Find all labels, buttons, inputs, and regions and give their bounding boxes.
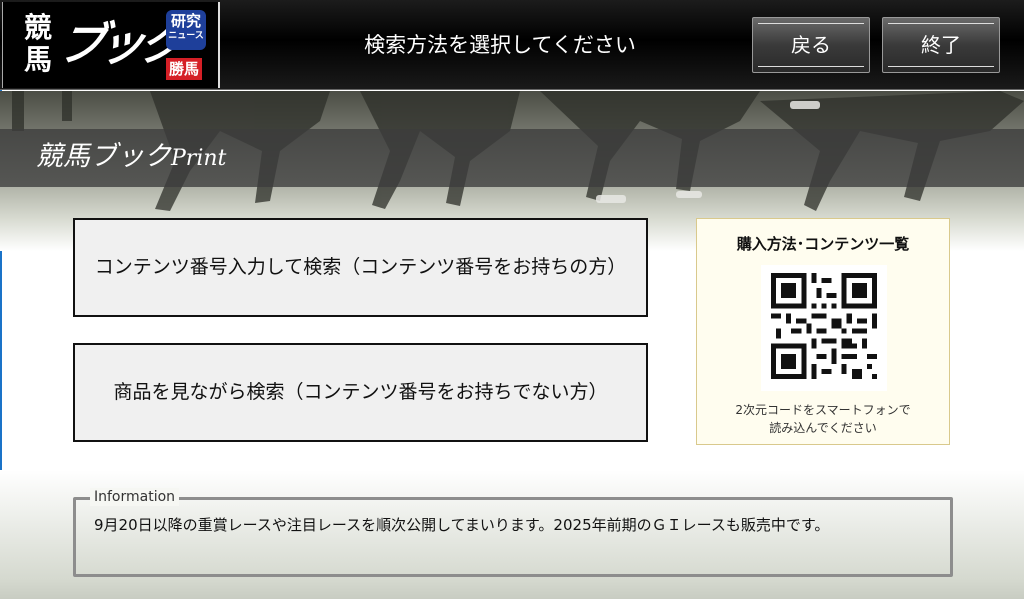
logo-keiba-text: 競馬 xyxy=(23,11,52,76)
page-title: 検索方法を選択してください xyxy=(364,33,636,57)
qr-panel-title: 購入方法･コンテンツ一覧 xyxy=(736,235,910,253)
search-by-browsing-products-button[interactable]: 商品を見ながら検索（コンテンツ番号をお持ちでない方） xyxy=(73,343,648,442)
information-box: Information 9月20日以降の重賞レースや注目レースを順次公開してまい… xyxy=(73,488,953,577)
banner-title-jp: 競馬ブック xyxy=(36,141,171,172)
logo-kenkyu-text: 研究 xyxy=(170,12,201,30)
information-legend: Information xyxy=(90,488,180,506)
qr-code-panel: 購入方法･コンテンツ一覧 2次元コードをスマートフォンで 読み込んでください xyxy=(696,218,950,445)
search-by-content-number-button[interactable]: コンテンツ番号入力して検索（コンテンツ番号をお持ちの方） xyxy=(73,218,648,317)
qr-caption-line2: 読み込んでください xyxy=(769,421,877,435)
qr-code-icon xyxy=(771,273,877,379)
information-text: 9月20日以降の重賞レースや注目レースを順次公開してまいります。2025年前期の… xyxy=(94,516,830,534)
banner-title: 競馬ブックPrint xyxy=(36,139,226,177)
header-bar: 競馬 ブック 研究 ニュース 勝馬 検索方法を選択してください 戻る 終了 xyxy=(0,0,1024,90)
logo-news-text: ニュース xyxy=(168,31,204,41)
qr-code-image xyxy=(761,265,887,391)
keiba-book-logo: 競馬 ブック 研究 ニュース 勝馬 xyxy=(2,2,220,88)
logo-kenkyu-news-badge: 研究 ニュース xyxy=(166,10,206,50)
qr-caption: 2次元コードをスマートフォンで 読み込んでください xyxy=(697,401,949,437)
logo-book-text: ブック xyxy=(54,17,184,71)
exit-button-label: 終了 xyxy=(921,33,961,57)
back-button[interactable]: 戻る xyxy=(752,17,870,73)
exit-button[interactable]: 終了 xyxy=(882,17,1000,73)
qr-caption-line1: 2次元コードをスマートフォンで xyxy=(735,403,911,417)
logo-kachiuma-badge: 勝馬 xyxy=(166,58,202,80)
banner-title-en: Print xyxy=(171,146,227,171)
back-button-label: 戻る xyxy=(791,33,831,57)
